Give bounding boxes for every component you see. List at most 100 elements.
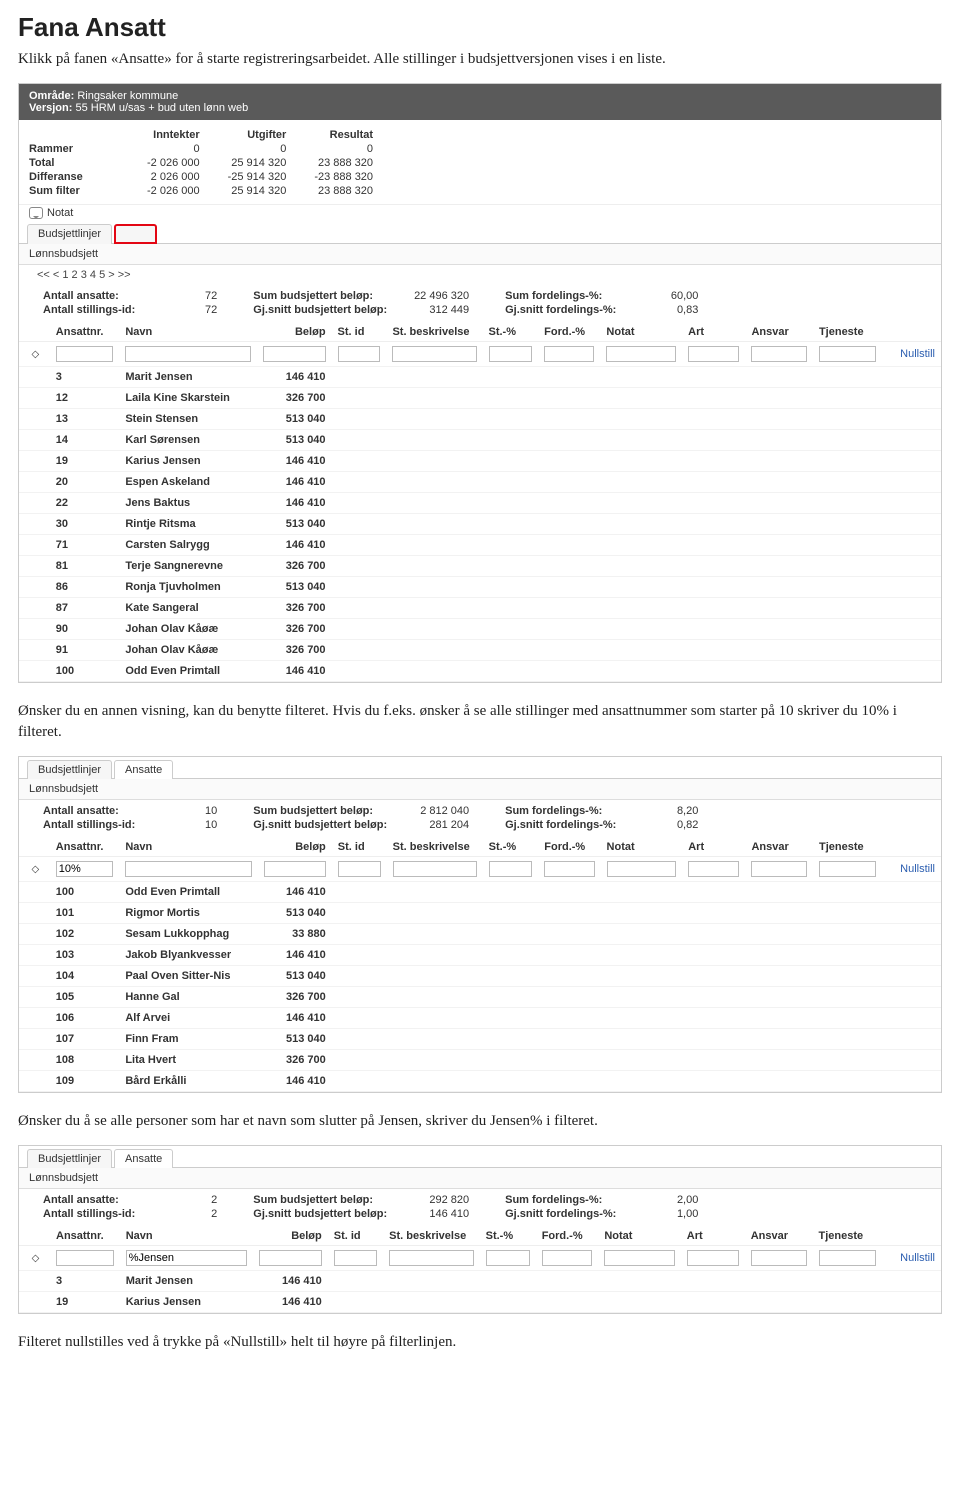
filter-notat[interactable]	[604, 1250, 674, 1266]
th-notat[interactable]: Notat	[600, 323, 682, 342]
th-navn[interactable]: Navn	[119, 838, 257, 857]
tab-ansatte-highlighted[interactable]	[114, 224, 157, 244]
th-art[interactable]: Art	[682, 838, 745, 857]
sort-icon[interactable]: ◇	[32, 1253, 38, 1264]
filter-navn[interactable]	[126, 1250, 247, 1266]
table-row[interactable]: 100Odd Even Primtall146 410	[19, 881, 941, 902]
th-tjeneste[interactable]: Tjeneste	[813, 323, 882, 342]
th-stpct[interactable]: St.-%	[480, 1227, 536, 1246]
filter-fordpct[interactable]	[544, 861, 594, 877]
th-ansattnr[interactable]: Ansattnr.	[50, 323, 120, 342]
th-art[interactable]: Art	[681, 1227, 745, 1246]
th-fordpct[interactable]: Ford.-%	[538, 838, 600, 857]
filter-stid[interactable]	[334, 1250, 377, 1266]
filter-tjeneste[interactable]	[819, 1250, 876, 1266]
th-stpct[interactable]: St.-%	[483, 838, 539, 857]
nullstill-link[interactable]: Nullstill	[900, 348, 935, 360]
table-row[interactable]: 12Laila Kine Skarstein326 700	[19, 388, 941, 409]
table-row[interactable]: 100Odd Even Primtall146 410	[19, 661, 941, 682]
filter-stpct[interactable]	[489, 861, 533, 877]
table-row[interactable]: 19Karius Jensen146 410	[19, 451, 941, 472]
subtab-lonnsbudsjett[interactable]: Lønnsbudsjett	[19, 779, 941, 800]
th-tjeneste[interactable]: Tjeneste	[813, 838, 882, 857]
filter-art[interactable]	[688, 346, 739, 362]
th-ansvar[interactable]: Ansvar	[745, 838, 812, 857]
pager[interactable]: << < 1 2 3 4 5 > >>	[19, 265, 941, 285]
table-row[interactable]: 30Rintje Ritsma513 040	[19, 514, 941, 535]
th-belop[interactable]: Beløp	[257, 323, 331, 342]
filter-ansvar[interactable]	[751, 1250, 807, 1266]
table-row[interactable]: 91Johan Olav Kåøæ326 700	[19, 640, 941, 661]
subtab-lonnsbudsjett[interactable]: Lønnsbudsjett	[19, 244, 941, 265]
table-row[interactable]: 3Marit Jensen146 410	[19, 367, 941, 388]
filter-belop[interactable]	[259, 1250, 322, 1266]
th-art[interactable]: Art	[682, 323, 745, 342]
table-row[interactable]: 101Rigmor Mortis513 040	[19, 902, 941, 923]
tab-budsjettlinjer[interactable]: Budsjettlinjer	[27, 760, 112, 779]
th-ansvar[interactable]: Ansvar	[745, 323, 813, 342]
th-navn[interactable]: Navn	[119, 323, 257, 342]
th-ansvar[interactable]: Ansvar	[745, 1227, 813, 1246]
filter-stpct[interactable]	[486, 1250, 530, 1266]
filter-stpct[interactable]	[489, 346, 533, 362]
th-notat[interactable]: Notat	[601, 838, 683, 857]
table-row[interactable]: 19Karius Jensen146 410	[19, 1292, 941, 1313]
table-row[interactable]: 108Lita Hvert326 700	[19, 1049, 941, 1070]
table-row[interactable]: 3Marit Jensen146 410	[19, 1271, 941, 1292]
notat-link[interactable]: Notat	[47, 207, 73, 219]
table-row[interactable]: 106Alf Arvei146 410	[19, 1007, 941, 1028]
th-stpct[interactable]: St.-%	[483, 323, 539, 342]
th-navn[interactable]: Navn	[120, 1227, 253, 1246]
tab-ansatte[interactable]: Ansatte	[114, 760, 173, 779]
filter-tjeneste[interactable]	[819, 861, 876, 877]
th-stbesk[interactable]: St. beskrivelse	[387, 838, 483, 857]
th-ansattnr[interactable]: Ansattnr.	[50, 838, 120, 857]
subtab-lonnsbudsjett[interactable]: Lønnsbudsjett	[19, 1168, 941, 1189]
table-row[interactable]: 81Terje Sangnerevne326 700	[19, 556, 941, 577]
th-stid[interactable]: St. id	[328, 1227, 383, 1246]
th-fordpct[interactable]: Ford.-%	[536, 1227, 599, 1246]
th-notat[interactable]: Notat	[598, 1227, 680, 1246]
table-row[interactable]: 90Johan Olav Kåøæ326 700	[19, 619, 941, 640]
th-belop[interactable]: Beløp	[258, 838, 332, 857]
table-row[interactable]: 71Carsten Salrygg146 410	[19, 535, 941, 556]
table-row[interactable]: 13Stein Stensen513 040	[19, 409, 941, 430]
tab-budsjettlinjer[interactable]: Budsjettlinjer	[27, 1149, 112, 1168]
filter-notat[interactable]	[606, 346, 676, 362]
filter-ansvar[interactable]	[751, 861, 806, 877]
table-row[interactable]: 22Jens Baktus146 410	[19, 493, 941, 514]
nullstill-link[interactable]: Nullstill	[900, 1252, 935, 1264]
filter-stid[interactable]	[338, 861, 381, 877]
tab-budsjettlinjer[interactable]: Budsjettlinjer	[27, 224, 112, 244]
filter-navn[interactable]	[125, 861, 251, 877]
filter-stid[interactable]	[338, 346, 381, 362]
filter-fordpct[interactable]	[544, 346, 594, 362]
filter-notat[interactable]	[607, 861, 677, 877]
filter-tjeneste[interactable]	[819, 346, 876, 362]
filter-art[interactable]	[688, 861, 739, 877]
th-ansattnr[interactable]: Ansattnr.	[50, 1227, 120, 1246]
filter-ansattnr[interactable]	[56, 346, 114, 362]
filter-ansvar[interactable]	[751, 346, 807, 362]
table-row[interactable]: 103Jakob Blyankvesser146 410	[19, 944, 941, 965]
th-tjeneste[interactable]: Tjeneste	[813, 1227, 882, 1246]
filter-stbesk[interactable]	[392, 346, 476, 362]
table-row[interactable]: 107Finn Fram513 040	[19, 1028, 941, 1049]
table-row[interactable]: 104Paal Oven Sitter-Nis513 040	[19, 965, 941, 986]
th-stbesk[interactable]: St. beskrivelse	[383, 1227, 479, 1246]
table-row[interactable]: 14Karl Sørensen513 040	[19, 430, 941, 451]
filter-belop[interactable]	[264, 861, 326, 877]
filter-belop[interactable]	[263, 346, 325, 362]
filter-fordpct[interactable]	[542, 1250, 593, 1266]
th-stid[interactable]: St. id	[332, 323, 387, 342]
table-row[interactable]: 102Sesam Lukkopphag33 880	[19, 923, 941, 944]
th-belop[interactable]: Beløp	[253, 1227, 328, 1246]
th-stbesk[interactable]: St. beskrivelse	[386, 323, 482, 342]
th-fordpct[interactable]: Ford.-%	[538, 323, 600, 342]
filter-ansattnr[interactable]	[56, 861, 114, 877]
table-row[interactable]: 109Bård Erkålli146 410	[19, 1070, 941, 1091]
nullstill-link[interactable]: Nullstill	[900, 863, 935, 875]
filter-stbesk[interactable]	[389, 1250, 473, 1266]
th-stid[interactable]: St. id	[332, 838, 387, 857]
sort-icon[interactable]: ◇	[32, 349, 38, 360]
